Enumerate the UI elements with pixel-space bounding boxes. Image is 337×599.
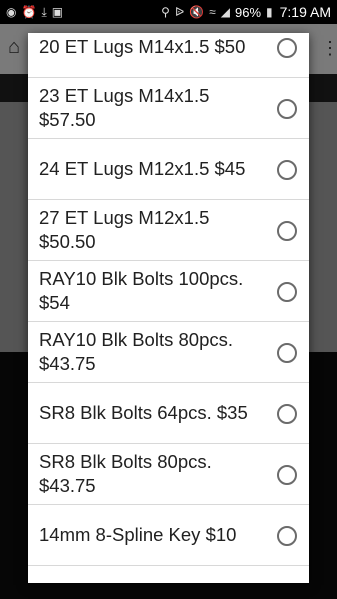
radio-button[interactable] xyxy=(277,343,297,363)
option-item[interactable]: RAY10 Blk Bolts 100pcs. $54 xyxy=(28,261,309,322)
options-dialog: 20 ET Lugs M14x1.5 $50 23 ET Lugs M14x1.5… xyxy=(28,33,309,583)
option-item[interactable]: SR8 Blk Bolts 64pcs. $35 xyxy=(28,383,309,444)
location-icon: ⚲ xyxy=(161,5,170,19)
option-item[interactable]: 27 ET Lugs M12x1.5 $50.50 xyxy=(28,200,309,261)
battery-icon: ▮ xyxy=(266,5,273,19)
option-item[interactable]: 14mm 8-Spline Key $10 xyxy=(28,505,309,566)
menu-icon: ⋮ xyxy=(321,38,337,58)
option-item[interactable]: 24 ET Lugs M12x1.5 $45 xyxy=(28,139,309,200)
radio-button[interactable] xyxy=(277,404,297,424)
radio-button[interactable] xyxy=(277,38,297,58)
option-label: RAY10 Blk Bolts 80pcs. $43.75 xyxy=(39,329,233,374)
home-icon: ⌂ xyxy=(8,36,21,58)
option-label: SR8 Blk Bolts 80pcs. $43.75 xyxy=(39,451,212,496)
mute-icon: 🔇 xyxy=(189,5,205,19)
alarm-icon: ⏰ xyxy=(21,5,37,19)
download-icon: ⤓ xyxy=(41,5,47,19)
messenger-icon: ◉ xyxy=(6,5,17,19)
option-item[interactable]: 23 ET Lugs M14x1.5 $57.50 xyxy=(28,78,309,139)
bluetooth-icon: ᐉ xyxy=(174,5,185,19)
radio-button[interactable] xyxy=(277,282,297,302)
radio-button[interactable] xyxy=(277,465,297,485)
status-left-icons: ◉ ⏰ ⤓ ▣ xyxy=(6,6,63,18)
signal-icon: ◢ xyxy=(220,5,230,19)
option-label: RAY10 Blk Bolts 100pcs. $54 xyxy=(39,268,244,313)
option-label: 23 ET Lugs M14x1.5 $57.50 xyxy=(39,85,210,130)
radio-button[interactable] xyxy=(277,526,297,546)
battery-level: 96% xyxy=(234,4,262,20)
status-right-icons: ⚲ ᐉ 🔇 ≈ ◢ 96% ▮ 7:19 AM xyxy=(161,4,331,20)
wifi-icon: ≈ xyxy=(209,5,216,19)
option-item[interactable]: RAY10 Blk Bolts 80pcs. $43.75 xyxy=(28,322,309,383)
option-label: 14mm 8-Spline Key $10 xyxy=(39,524,237,545)
gallery-icon: ▣ xyxy=(51,5,64,19)
radio-button[interactable] xyxy=(277,160,297,180)
option-label: 27 ET Lugs M12x1.5 $50.50 xyxy=(39,207,210,252)
radio-button[interactable] xyxy=(277,99,297,119)
option-item[interactable]: 20 ET Lugs M14x1.5 $50 xyxy=(28,33,309,78)
status-bar: ◉ ⏰ ⤓ ▣ ⚲ ᐉ 🔇 ≈ ◢ 96% ▮ 7:19 AM xyxy=(0,0,337,24)
option-item[interactable]: SR8 Blk Bolts 80pcs. $43.75 xyxy=(28,444,309,505)
option-label: 24 ET Lugs M12x1.5 $45 xyxy=(39,158,246,179)
option-list: 20 ET Lugs M14x1.5 $50 23 ET Lugs M14x1.5… xyxy=(28,33,309,566)
option-label: SR8 Blk Bolts 64pcs. $35 xyxy=(39,402,248,423)
option-label: 20 ET Lugs M14x1.5 $50 xyxy=(39,36,246,57)
clock: 7:19 AM xyxy=(279,4,331,20)
radio-button[interactable] xyxy=(277,221,297,241)
